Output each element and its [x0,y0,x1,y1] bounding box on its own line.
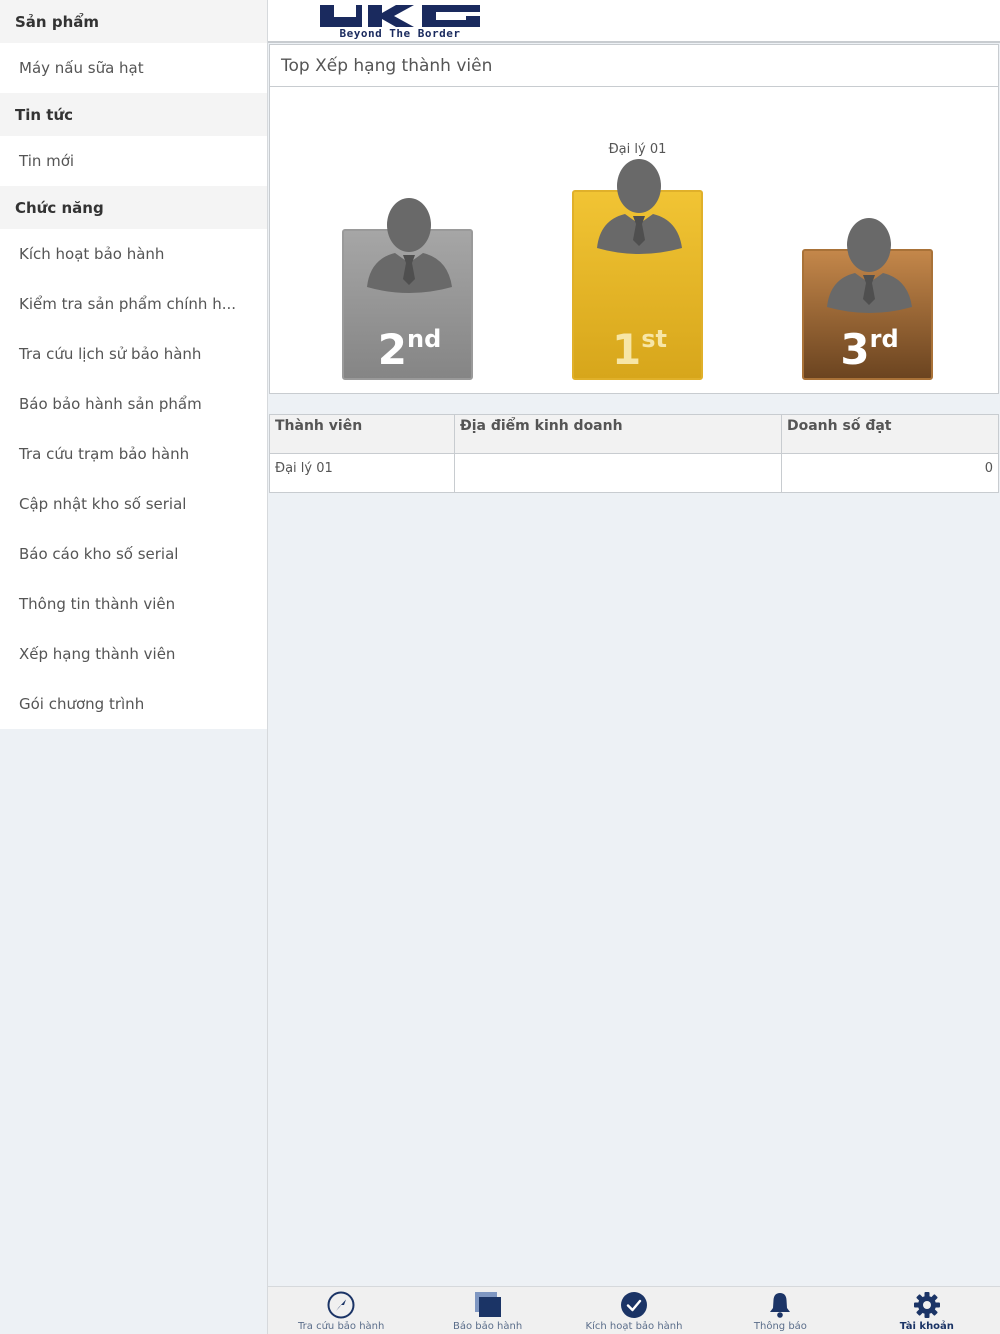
bottom-nav: Tra cứu bảo hành Báo bảo hành Kích hoạt … [268,1286,1000,1334]
stacked-squares-icon [474,1292,501,1317]
third-place-label: 3rd [840,325,899,374]
person-silhouette-icon [367,198,452,293]
sidebar-item-update-serial-stock[interactable]: Cập nhật kho số serial [0,479,267,529]
check-circle-icon [621,1292,648,1318]
tab-label: Kích hoạt bảo hành [585,1321,683,1332]
tab-report-warranty[interactable]: Báo bảo hành [414,1287,560,1334]
top-bar: Beyond The Border [268,0,1000,43]
compass-icon [327,1291,355,1319]
second-place-card[interactable]: 2nd [342,198,473,380]
podium: Đại lý 01 2nd 1st 3rd [270,87,998,393]
ukg-logo-mark-icon [320,5,480,27]
section-header-news: Tin tức [0,93,267,136]
ranking-title: Top Xếp hạng thành viên [270,45,998,87]
first-place-card[interactable]: 1st [572,159,703,380]
sidebar: Sản phẩm Máy nấu sữa hạt Tin tức Tin mới… [0,0,268,1334]
sidebar-item-check-genuine-product[interactable]: Kiểm tra sản phẩm chính h... [0,279,267,329]
table-header: Thành viên Địa điểm kinh doanh Doanh số … [270,415,998,454]
sidebar-item-nut-milk-maker[interactable]: Máy nấu sữa hạt [0,43,267,93]
gear-icon [913,1292,940,1318]
ranking-panel: Top Xếp hạng thành viên Đại lý 01 2nd 1s… [269,44,999,394]
logo-tagline: Beyond The Border [339,27,461,40]
sidebar-item-member-ranking[interactable]: Xếp hạng thành viên [0,629,267,679]
person-silhouette-icon [827,218,912,313]
section-header-functions: Chức năng [0,186,267,229]
main-content: Beyond The Border Top Xếp hạng thành viê… [268,0,1000,1334]
tab-label: Báo bảo hành [453,1321,523,1332]
tab-account[interactable]: Tài khoản [854,1287,1000,1334]
tab-label: Tài khoản [899,1321,954,1332]
column-header-member: Thành viên [270,415,455,453]
column-header-sales: Doanh số đạt [787,418,892,434]
tab-notifications[interactable]: Thông báo [707,1287,853,1334]
second-place-label: 2nd [377,325,442,374]
cell-sales: 0 [984,461,993,476]
tab-warranty-lookup[interactable]: Tra cứu bảo hành [268,1287,414,1334]
tab-label: Tra cứu bảo hành [298,1321,385,1332]
third-place-card[interactable]: 3rd [802,218,933,380]
ranking-table: Thành viên Địa điểm kinh doanh Doanh số … [269,414,999,493]
sidebar-item-find-warranty-station[interactable]: Tra cứu trạm bảo hành [0,429,267,479]
sidebar-item-activate-warranty[interactable]: Kích hoạt bảo hành [0,229,267,279]
person-silhouette-icon [597,159,682,254]
first-place-label: 1st [612,325,667,374]
sidebar-item-programs[interactable]: Gói chương trình [0,679,267,729]
sidebar-item-report-warranty[interactable]: Báo bảo hành sản phẩm [0,379,267,429]
column-header-business-location: Địa điểm kinh doanh [455,415,782,453]
ukg-logo: Beyond The Border [318,3,482,40]
first-place-name: Đại lý 01 [608,142,667,157]
cell-business-location [455,454,782,492]
sidebar-item-member-info[interactable]: Thông tin thành viên [0,579,267,629]
cell-member: Đại lý 01 [270,454,455,492]
sidebar-item-latest-news[interactable]: Tin mới [0,136,267,186]
sidebar-item-warranty-history[interactable]: Tra cứu lịch sử bảo hành [0,329,267,379]
section-header-products: Sản phẩm [0,0,267,43]
bell-icon [770,1293,791,1318]
tab-activate-warranty[interactable]: Kích hoạt bảo hành [561,1287,707,1334]
sidebar-item-serial-stock-report[interactable]: Báo cáo kho số serial [0,529,267,579]
table-row[interactable]: Đại lý 01 0 [270,454,998,492]
tab-label: Thông báo [753,1321,807,1332]
